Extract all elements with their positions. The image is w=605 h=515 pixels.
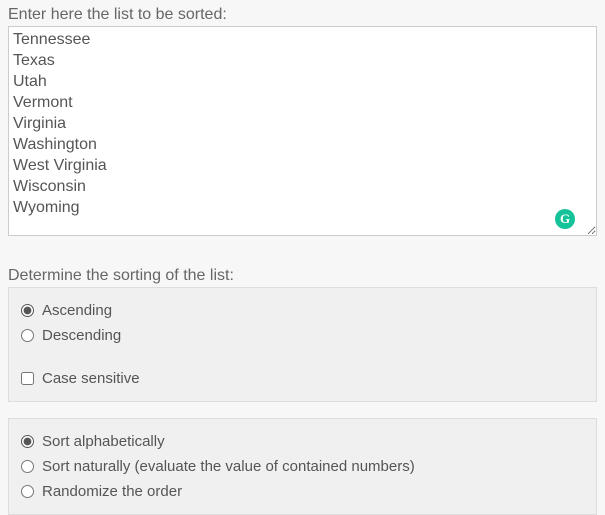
grammarly-icon[interactable]: G	[555, 209, 575, 229]
ascending-label: Ascending	[42, 302, 112, 319]
case-sensitive-option[interactable]: Case sensitive	[21, 366, 584, 391]
descending-option[interactable]: Descending	[21, 323, 584, 348]
case-sensitive-checkbox[interactable]	[21, 372, 34, 385]
descending-radio[interactable]	[21, 329, 34, 342]
ascending-option[interactable]: Ascending	[21, 298, 584, 323]
randomize-option[interactable]: Randomize the order	[21, 479, 584, 504]
input-label: Enter here the list to be sorted:	[8, 6, 597, 24]
gap	[21, 348, 584, 366]
sort-natural-label: Sort naturally (evaluate the value of co…	[42, 458, 415, 475]
randomize-label: Randomize the order	[42, 483, 182, 500]
order-panel: Ascending Descending Case sensitive	[8, 287, 597, 402]
list-input[interactable]	[8, 26, 597, 236]
descending-label: Descending	[42, 327, 121, 344]
sort-natural-radio[interactable]	[21, 460, 34, 473]
sort-label: Determine the sorting of the list:	[8, 267, 597, 285]
sort-alpha-label: Sort alphabetically	[42, 433, 165, 450]
sort-natural-option[interactable]: Sort naturally (evaluate the value of co…	[21, 454, 584, 479]
sort-alpha-option[interactable]: Sort alphabetically	[21, 429, 584, 454]
ascending-radio[interactable]	[21, 304, 34, 317]
textarea-wrap: G	[8, 26, 597, 241]
spacer	[8, 241, 597, 263]
method-panel: Sort alphabetically Sort naturally (eval…	[8, 418, 597, 515]
sort-alpha-radio[interactable]	[21, 435, 34, 448]
randomize-radio[interactable]	[21, 485, 34, 498]
case-sensitive-label: Case sensitive	[42, 370, 140, 387]
